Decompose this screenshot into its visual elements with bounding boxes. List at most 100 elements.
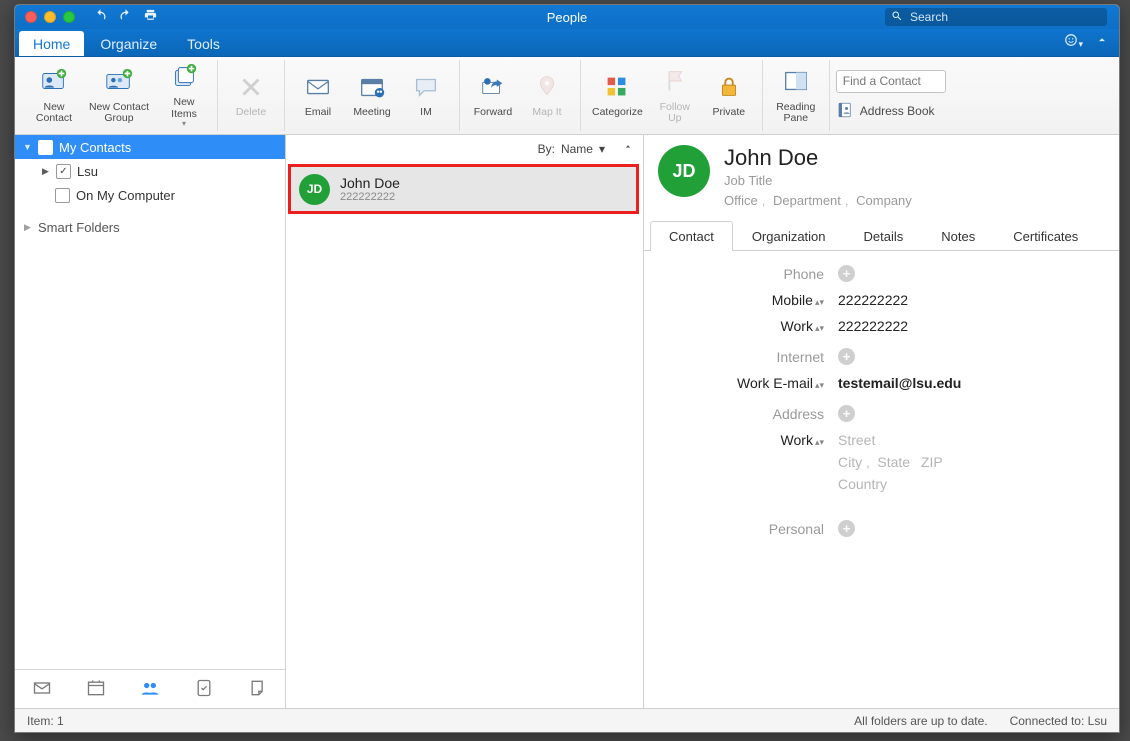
checkbox[interactable] — [55, 188, 70, 203]
delete-x-icon — [236, 72, 266, 105]
private-button[interactable]: Private — [702, 70, 756, 121]
minimize-window-button[interactable] — [44, 11, 56, 23]
zoom-window-button[interactable] — [63, 11, 75, 23]
tasks-view-icon[interactable] — [194, 678, 214, 701]
tab-contact[interactable]: Contact — [650, 221, 733, 251]
address-book-button[interactable]: Address Book — [836, 101, 935, 122]
avatar: JD — [658, 145, 710, 197]
chevron-down-icon: ▾ — [599, 142, 605, 156]
smiley-icon[interactable]: ▾ — [1064, 33, 1083, 50]
updown-icon[interactable]: ▴▾ — [815, 326, 824, 331]
search-box[interactable] — [885, 8, 1107, 26]
find-contact-input[interactable] — [836, 70, 946, 93]
tab-notes[interactable]: Notes — [922, 221, 994, 251]
envelope-icon — [303, 72, 333, 105]
updown-icon[interactable]: ▴▾ — [815, 440, 824, 445]
meeting-button[interactable]: Meeting — [345, 70, 399, 121]
street-field[interactable]: Street — [838, 432, 943, 448]
tab-details[interactable]: Details — [845, 221, 923, 251]
detail-content: Phone + Mobile▴▾ 222222222 Work▴▾ 222222… — [644, 251, 1119, 708]
city-field[interactable]: City — [838, 454, 862, 470]
state-field[interactable]: State — [877, 454, 910, 470]
categorize-icon — [602, 72, 632, 105]
add-phone-button[interactable]: + — [838, 265, 855, 282]
print-icon[interactable] — [143, 8, 158, 26]
sidebar-item-on-my-computer[interactable]: On My Computer — [15, 183, 285, 207]
redo-icon[interactable] — [118, 8, 133, 26]
status-bar: Item: 1 All folders are up to date. Conn… — [15, 708, 1119, 732]
contact-list-item[interactable]: JD John Doe 222222222 — [288, 164, 639, 214]
forward-icon — [478, 72, 508, 105]
country-field[interactable]: Country — [838, 476, 943, 492]
company-field[interactable]: Company — [856, 193, 912, 208]
close-window-button[interactable] — [25, 11, 37, 23]
im-button[interactable]: IM — [399, 70, 453, 121]
add-personal-button[interactable]: + — [838, 520, 855, 537]
tab-organization[interactable]: Organization — [733, 221, 845, 251]
undo-icon[interactable] — [93, 8, 108, 26]
department-field[interactable]: Department — [773, 193, 841, 208]
chevron-right-icon: ▶ — [41, 166, 50, 177]
mail-view-icon[interactable] — [32, 678, 52, 701]
categorize-button[interactable]: Categorize — [587, 70, 648, 121]
window-controls — [15, 11, 75, 23]
app-window: People Home Organize Tools ▾ New Contact… — [14, 4, 1120, 733]
window-title: People — [547, 10, 587, 25]
lock-icon — [714, 72, 744, 105]
calendar-view-icon[interactable] — [86, 678, 106, 701]
section-address: Address — [654, 406, 838, 422]
sort-ascending-icon[interactable] — [623, 142, 633, 156]
tab-certificates[interactable]: Certificates — [994, 221, 1097, 251]
ribbon-tabstrip: Home Organize Tools ▾ — [15, 29, 1119, 57]
search-input[interactable] — [908, 9, 1101, 25]
work-email-value[interactable]: testemail@lsu.edu — [838, 375, 961, 391]
new-items-icon — [169, 62, 199, 95]
sidebar-item-lsu[interactable]: ▶ ✓ Lsu — [15, 159, 285, 183]
contact-list-pane: By: Name ▾ JD John Doe 222222222 — [286, 135, 644, 708]
updown-icon[interactable]: ▴▾ — [815, 300, 824, 305]
zip-field[interactable]: ZIP — [921, 454, 943, 470]
updown-icon[interactable]: ▴▾ — [815, 383, 824, 388]
collapse-ribbon-icon[interactable] — [1095, 33, 1109, 50]
folder-tree: ▼ My Contacts ▶ ✓ Lsu On My Computer ▶ S… — [15, 135, 285, 669]
map-it-button[interactable]: Map It — [520, 70, 574, 121]
titlebar: People — [15, 5, 1119, 29]
group-plus-icon — [104, 66, 134, 99]
email-button[interactable]: Email — [291, 70, 345, 121]
chevron-right-icon: ▶ — [23, 222, 32, 233]
chat-bubble-icon — [411, 72, 441, 105]
add-address-button[interactable]: + — [838, 405, 855, 422]
new-contact-button[interactable]: New Contact — [27, 64, 81, 126]
new-items-button[interactable]: New Items ▾ — [157, 60, 211, 131]
sidebar-item-my-contacts[interactable]: ▼ My Contacts — [15, 135, 285, 159]
add-internet-button[interactable]: + — [838, 348, 855, 365]
work-phone-value[interactable]: 222222222 — [838, 318, 908, 334]
detail-pane: JD John Doe Job Title Office, Department… — [644, 135, 1119, 708]
mobile-phone-value[interactable]: 222222222 — [838, 292, 908, 308]
detail-header: JD John Doe Job Title Office, Department… — [644, 135, 1119, 214]
checkbox[interactable]: ✓ — [56, 164, 71, 179]
view-switcher — [15, 669, 285, 708]
contact-full-name[interactable]: John Doe — [724, 145, 912, 171]
new-contact-group-button[interactable]: New Contact Group — [81, 64, 157, 126]
tab-tools[interactable]: Tools — [173, 31, 234, 56]
avatar: JD — [299, 174, 330, 205]
follow-up-button[interactable]: Follow Up — [648, 64, 702, 126]
forward-button[interactable]: Forward — [466, 70, 520, 121]
chevron-down-icon: ▾ — [182, 120, 186, 129]
delete-button[interactable]: Delete — [224, 70, 278, 121]
detail-tabs: Contact Organization Details Notes Certi… — [644, 220, 1119, 251]
tab-home[interactable]: Home — [19, 31, 84, 56]
tab-organize[interactable]: Organize — [86, 31, 171, 56]
quick-access-toolbar — [75, 8, 158, 26]
ribbon: New Contact New Contact Group New Items … — [15, 57, 1119, 135]
reading-pane-button[interactable]: Reading Pane — [769, 64, 823, 126]
people-view-icon[interactable] — [140, 678, 160, 701]
notes-view-icon[interactable] — [248, 678, 268, 701]
sync-status: All folders are up to date. — [854, 714, 987, 728]
office-field[interactable]: Office — [724, 193, 758, 208]
checkbox[interactable] — [38, 140, 53, 155]
sidebar-item-smart-folders[interactable]: ▶ Smart Folders — [15, 215, 285, 239]
list-sort-header[interactable]: By: Name ▾ — [286, 135, 643, 162]
job-title-field[interactable]: Job Title — [724, 173, 772, 188]
